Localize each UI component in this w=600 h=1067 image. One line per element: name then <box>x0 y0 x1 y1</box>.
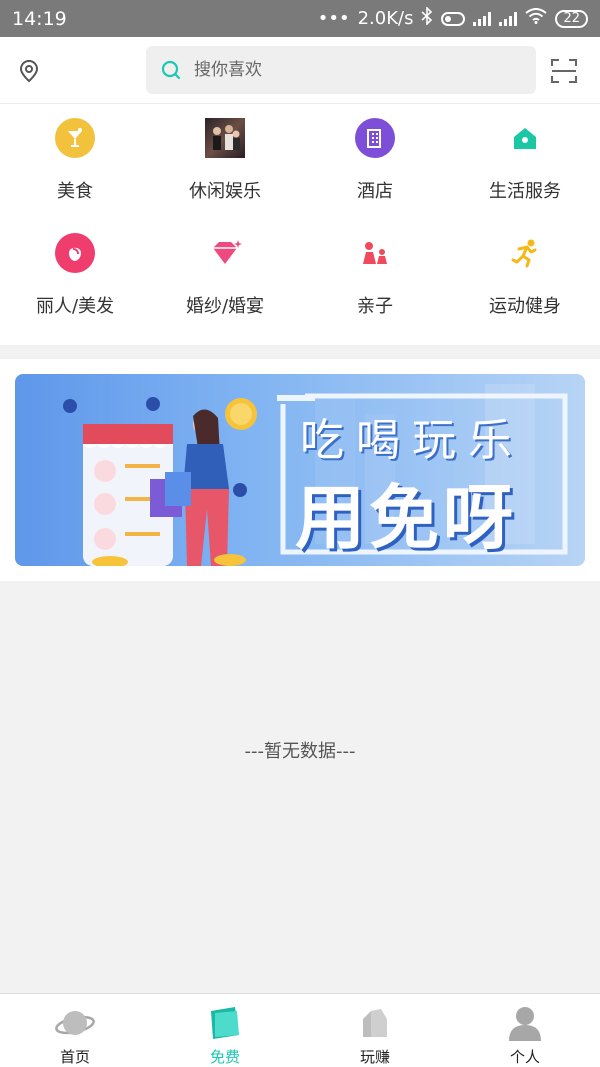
empty-state-text: ---暂无数据--- <box>244 741 356 762</box>
location-pin-icon[interactable] <box>18 59 40 83</box>
signal-icon-2 <box>499 11 518 26</box>
category-label: 生活服务 <box>489 181 561 202</box>
category-label: 休闲娱乐 <box>189 181 261 202</box>
category-label: 丽人/美发 <box>35 296 115 317</box>
toggle-icon <box>441 11 466 26</box>
person-icon <box>509 1007 541 1041</box>
banner-line1: 吃喝玩乐 <box>300 415 524 466</box>
search-input[interactable] <box>194 60 514 80</box>
category-grid: 美食 休闲娱乐 酒店 生活服务 丽人/美发 婚纱/婚宴 亲子 运动健身 <box>0 104 600 345</box>
parent-child-icon <box>355 233 395 273</box>
bluetooth-icon <box>421 6 433 30</box>
search-icon <box>161 60 181 80</box>
free-bag-icon <box>211 1007 239 1039</box>
network-speed: 2.0K/s <box>357 8 414 29</box>
tab-label: 个人 <box>509 1048 540 1066</box>
wifi-icon <box>525 8 548 29</box>
promo-banner[interactable]: 吃喝玩乐 用免呀 <box>15 374 585 566</box>
hotel-building-icon <box>355 118 395 158</box>
category-label: 婚纱/婚宴 <box>185 296 265 317</box>
home-service-icon <box>505 118 545 158</box>
tab-profile[interactable]: 个人 <box>450 994 600 1067</box>
category-fitness[interactable]: 运动健身 <box>450 219 600 329</box>
banner-section: 吃喝玩乐 用免呀 <box>0 359 600 581</box>
status-icons: ••• 2.0K/s 22 <box>317 6 588 30</box>
category-label: 运动健身 <box>489 296 561 317</box>
tab-free[interactable]: 免费 <box>150 994 300 1067</box>
category-wedding[interactable]: 婚纱/婚宴 <box>150 219 300 329</box>
tab-label: 首页 <box>59 1048 90 1066</box>
planet-icon <box>55 1011 95 1035</box>
cocktail-icon <box>55 118 95 158</box>
battery-icon: 22 <box>555 9 588 28</box>
category-life-service[interactable]: 生活服务 <box>450 104 600 214</box>
play-earn-icon <box>363 1009 387 1037</box>
category-beauty[interactable]: 丽人/美发 <box>0 219 150 329</box>
status-time: 14:19 <box>12 7 67 30</box>
search-box[interactable] <box>146 46 536 94</box>
category-label: 酒店 <box>357 181 393 202</box>
category-label: 美食 <box>57 181 93 202</box>
status-bar: 14:19 ••• 2.0K/s 22 <box>0 0 600 37</box>
signal-icon <box>473 11 492 26</box>
status-dots: ••• <box>317 8 350 29</box>
running-icon <box>505 233 545 273</box>
diamond-icon <box>205 233 245 273</box>
tab-play-earn[interactable]: 玩赚 <box>300 994 450 1067</box>
scan-icon[interactable] <box>550 57 578 85</box>
category-food[interactable]: 美食 <box>0 104 150 214</box>
category-parent-child[interactable]: 亲子 <box>300 219 450 329</box>
category-label: 亲子 <box>357 296 393 317</box>
tab-label: 免费 <box>209 1048 240 1066</box>
category-hotel[interactable]: 酒店 <box>300 104 450 214</box>
tab-home[interactable]: 首页 <box>0 994 150 1067</box>
category-entertainment[interactable]: 休闲娱乐 <box>150 104 300 214</box>
bottom-tab-bar: 首页 免费 玩赚 个人 <box>0 993 600 1067</box>
banner-line2: 用免呀 <box>295 477 517 559</box>
header <box>0 37 600 104</box>
entertainment-photo <box>205 118 245 158</box>
beauty-face-icon <box>55 233 95 273</box>
tab-label: 玩赚 <box>359 1048 390 1066</box>
